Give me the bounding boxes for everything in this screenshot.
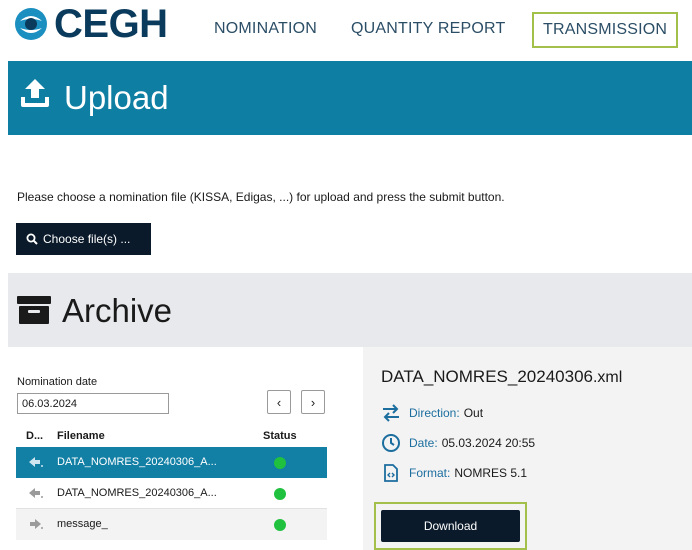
date-info: Date: 05.03.2024 20:55	[381, 433, 535, 453]
direction-value: Out	[463, 406, 484, 420]
download-button[interactable]: Download	[381, 510, 520, 542]
nomination-date-label: Nomination date	[17, 376, 98, 388]
search-icon	[26, 233, 38, 245]
chevron-right-icon: ›	[310, 394, 316, 410]
column-header-status[interactable]: Status	[263, 430, 297, 442]
status-ok-indicator	[274, 457, 286, 469]
table-row[interactable]: DATA_NOMRES_20240306_A...	[16, 447, 327, 478]
brand-name: CEGH	[54, 2, 168, 46]
nomination-date-input[interactable]	[17, 393, 169, 414]
code-file-icon	[384, 464, 398, 482]
direction-label: Direction:	[409, 406, 460, 420]
cegh-logo[interactable]: CEGH	[14, 4, 168, 44]
table-row[interactable]: DATA_NOMRES_20240306_A...	[16, 478, 327, 509]
upload-icon	[18, 76, 52, 115]
chevron-left-icon: ‹	[276, 394, 282, 410]
file-title-extension: .xml	[592, 369, 623, 386]
archive-box-icon	[16, 295, 52, 330]
direction-info: Direction: Out	[381, 404, 483, 422]
previous-date-button[interactable]: ‹	[267, 390, 291, 414]
logo-mark-icon	[15, 8, 47, 40]
format-value: NOMRES 5.1	[454, 466, 528, 480]
format-info: Format: NOMRES 5.1	[381, 463, 527, 483]
choose-files-label: Choose file(s) ...	[43, 232, 131, 246]
status-ok-indicator	[274, 488, 286, 500]
date-label: Date:	[409, 436, 438, 450]
row-filename: message_	[57, 518, 108, 530]
arrow-right-icon	[28, 518, 44, 533]
nav-transmission[interactable]: TRANSMISSION	[532, 12, 679, 48]
arrow-left-icon	[28, 487, 44, 502]
status-ok-indicator	[274, 519, 286, 531]
file-title: DATA_NOMRES_20240306.xml	[381, 367, 622, 387]
row-filename: DATA_NOMRES_20240306_A...	[57, 456, 217, 468]
column-header-filename[interactable]: Filename	[57, 430, 105, 442]
column-header-direction[interactable]: D...	[26, 430, 43, 442]
row-filename: DATA_NOMRES_20240306_A...	[57, 487, 217, 499]
choose-files-button[interactable]: Choose file(s) ...	[16, 223, 151, 255]
swap-arrows-icon	[383, 404, 399, 422]
arrow-left-icon	[28, 456, 44, 471]
table-row[interactable]: message_	[16, 509, 327, 540]
next-date-button[interactable]: ›	[301, 390, 325, 414]
clock-icon	[382, 434, 400, 452]
upload-hint: Please choose a nomination file (KISSA, …	[17, 190, 505, 204]
nav-quantity-report[interactable]: QUANTITY REPORT	[351, 12, 505, 46]
nav-nomination[interactable]: NOMINATION	[214, 12, 317, 46]
format-label: Format:	[409, 466, 451, 480]
archive-title: Archive	[62, 292, 173, 329]
upload-title: Upload	[64, 79, 169, 116]
file-title-name: DATA_NOMRES_20240306	[381, 367, 593, 386]
date-value: 05.03.2024 20:55	[441, 436, 536, 450]
